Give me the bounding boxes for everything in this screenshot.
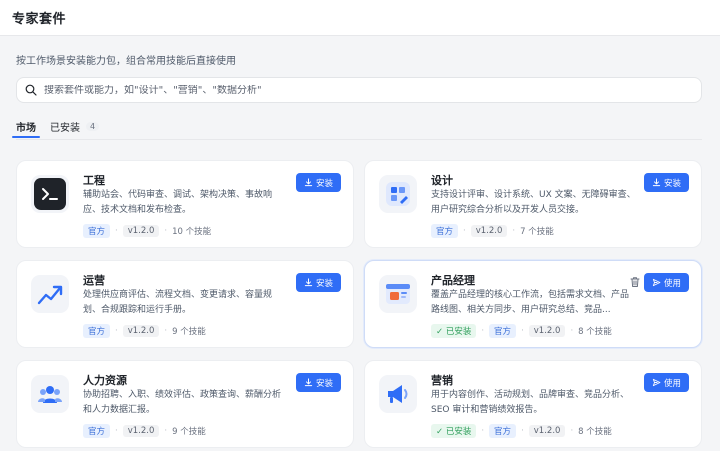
tab-divider xyxy=(16,139,702,140)
install-button-label: 安装 xyxy=(315,378,333,389)
install-button-label: 安装 xyxy=(663,178,681,189)
installed-badge: ✓ 已安装 xyxy=(431,324,477,338)
suite-description: 支持设计评审、设计系统、UX 文案、无障碍审查、用户研究综合分析以及开发人员交接… xyxy=(431,190,636,215)
design-palette-icon xyxy=(379,175,417,213)
suite-card-operations[interactable]: 运营 处理供应商评估、流程文档、变更请求、容量规划、合规跟踪和运行手册。 官方 … xyxy=(16,260,354,348)
search-bar[interactable] xyxy=(16,77,702,103)
people-group-icon xyxy=(31,375,69,413)
separator-dot: · xyxy=(521,426,524,436)
suite-title: 工程 xyxy=(83,174,105,187)
version-badge: v1.2.0 xyxy=(122,225,160,237)
send-icon xyxy=(652,378,661,387)
official-badge: 官方 xyxy=(83,424,111,438)
skill-count: 10 个技能 xyxy=(172,227,212,237)
top-bar: 专家套件 xyxy=(0,0,720,36)
suite-title: 人力资源 xyxy=(83,374,127,387)
separator-dot: · xyxy=(164,426,168,436)
version-badge: v1.2.0 xyxy=(470,225,508,237)
suite-card-design[interactable]: 设计 支持设计评审、设计系统、UX 文案、无障碍审查、用户研究综合分析以及开发人… xyxy=(364,160,702,248)
use-button[interactable]: 使用 xyxy=(643,273,689,292)
official-badge: 官方 xyxy=(83,324,111,338)
installed-badge-label: 已安装 xyxy=(445,427,472,437)
version-badge: v1.2.0 xyxy=(122,425,160,437)
install-button[interactable]: 安装 xyxy=(295,273,341,292)
trash-icon[interactable] xyxy=(629,276,641,288)
megaphone-icon xyxy=(379,375,417,413)
install-button[interactable]: 安装 xyxy=(643,173,689,192)
suite-card-hr[interactable]: 人力资源 协助招聘、入职、绩效评估、政策查询、薪酬分析和人力数据汇报。 官方 ·… xyxy=(16,360,354,448)
skill-count: 9 个技能 xyxy=(172,427,206,437)
download-icon xyxy=(304,278,313,287)
separator-dot: · xyxy=(115,426,118,436)
install-button[interactable]: 安装 xyxy=(295,173,341,192)
suite-description: 辅助站会、代码审查、调试、架构决策、事故响应、技术文档和发布检查。 xyxy=(83,190,273,215)
suite-card-engineering[interactable]: 工程 辅助站会、代码审查、调试、架构决策、事故响应、技术文档和发布检查。 官方 … xyxy=(16,160,354,248)
suite-meta: 官方 · v1.2.0 · 7 个技能 xyxy=(431,224,554,238)
skill-count: 7 个技能 xyxy=(520,227,554,237)
tab-market[interactable]: 市场 xyxy=(12,116,40,138)
separator-dot: · xyxy=(481,426,485,436)
page-description: 按工作场景安装能力包，组合常用技能后直接使用 xyxy=(16,56,236,67)
skill-count: 8 个技能 xyxy=(578,427,612,437)
use-button-label: 使用 xyxy=(663,278,681,289)
download-icon xyxy=(652,178,661,187)
tab-installed-label: 已安装 xyxy=(50,122,80,134)
suite-description: 覆盖产品经理的核心工作流，包括需求文档、产品路线图、相关方同步、用户研究总结、竞… xyxy=(431,290,630,315)
suite-meta: ✓ 已安装 · 官方 · v1.2.0 · 8 个技能 xyxy=(431,424,612,438)
suite-title: 设计 xyxy=(431,174,453,187)
search-input[interactable] xyxy=(44,84,701,96)
suite-description: 处理供应商评估、流程文档、变更请求、容量规划、合规跟踪和运行手册。 xyxy=(83,290,273,315)
terminal-icon xyxy=(31,175,69,213)
separator-dot: · xyxy=(164,326,168,336)
suite-card-product-manager[interactable]: 产品经理 覆盖产品经理的核心工作流，包括需求文档、产品路线图、相关方同步、用户研… xyxy=(364,260,702,348)
suite-meta: 官方 · v1.2.0 · 10 个技能 xyxy=(83,224,211,238)
trend-chart-icon xyxy=(31,275,69,313)
suite-meta: 官方 · v1.2.0 · 9 个技能 xyxy=(83,324,206,338)
installed-badge-label: 已安装 xyxy=(445,327,472,337)
search-icon xyxy=(25,84,37,96)
installed-badge: ✓ 已安装 xyxy=(431,424,477,438)
suite-description: 用于内容创作、活动规划、品牌审查、竞品分析、SEO 审计和营销绩效报告。 xyxy=(431,390,630,415)
separator-dot: · xyxy=(115,226,118,236)
official-badge: 官方 xyxy=(431,224,459,238)
tab-installed[interactable]: 已安装 4 xyxy=(50,116,100,136)
use-button-label: 使用 xyxy=(663,378,681,389)
use-button[interactable]: 使用 xyxy=(643,373,689,392)
separator-dot: · xyxy=(570,326,574,336)
separator-dot: · xyxy=(570,426,574,436)
official-badge: 官方 xyxy=(83,224,111,238)
product-window-icon xyxy=(379,275,417,313)
suite-title: 营销 xyxy=(431,374,453,387)
suite-meta: ✓ 已安装 · 官方 · v1.2.0 · 8 个技能 xyxy=(431,324,612,338)
install-button[interactable]: 安装 xyxy=(295,373,341,392)
download-icon xyxy=(304,378,313,387)
version-badge: v1.2.0 xyxy=(122,325,160,337)
separator-dot: · xyxy=(115,326,118,336)
version-badge: v1.2.0 xyxy=(528,325,566,337)
official-badge: 官方 xyxy=(489,324,517,338)
download-icon xyxy=(304,178,313,187)
version-badge: v1.2.0 xyxy=(528,425,566,437)
installed-count-badge: 4 xyxy=(86,121,100,131)
separator-dot: · xyxy=(463,226,466,236)
suite-description: 协助招聘、入职、绩效评估、政策查询、薪酬分析和人力数据汇报。 xyxy=(83,390,282,415)
tab-bar: 市场 已安装 4 xyxy=(12,116,113,138)
install-button-label: 安装 xyxy=(315,278,333,289)
suite-title: 产品经理 xyxy=(431,274,475,287)
official-badge: 官方 xyxy=(489,424,517,438)
suite-meta: 官方 · v1.2.0 · 9 个技能 xyxy=(83,424,206,438)
separator-dot: · xyxy=(481,326,485,336)
page-title: 专家套件 xyxy=(12,12,67,27)
skill-count: 8 个技能 xyxy=(578,327,612,337)
separator-dot: · xyxy=(512,226,516,236)
separator-dot: · xyxy=(521,326,524,336)
separator-dot: · xyxy=(164,226,168,236)
suite-title: 运营 xyxy=(83,274,105,287)
suite-card-marketing[interactable]: 营销 用于内容创作、活动规划、品牌审查、竞品分析、SEO 审计和营销绩效报告。 … xyxy=(364,360,702,448)
install-button-label: 安装 xyxy=(315,178,333,189)
send-icon xyxy=(652,278,661,287)
tab-market-label: 市场 xyxy=(16,122,36,134)
skill-count: 9 个技能 xyxy=(172,327,206,337)
